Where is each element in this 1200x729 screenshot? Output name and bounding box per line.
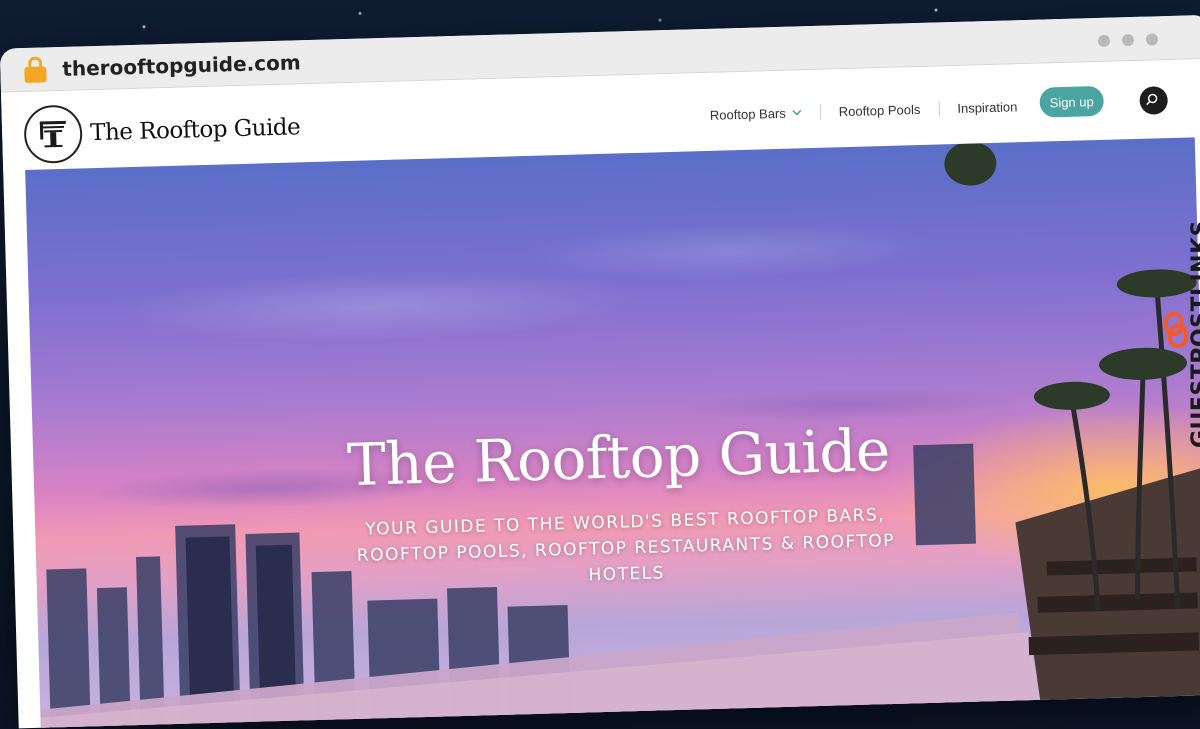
watermark-text: GUESTPOSTLINKS — [1188, 220, 1200, 448]
logo-text[interactable]: The Rooftop Guide — [90, 114, 301, 146]
nav-item-inspiration[interactable]: Inspiration — [939, 98, 1035, 116]
hero-banner: The Rooftop Guide YOUR GUIDE TO THE WORL… — [25, 137, 1200, 728]
watermark — [1162, 60, 1190, 360]
nav-item-rooftop-pools[interactable]: Rooftop Pools — [821, 101, 939, 119]
nav-item-rooftop-bars[interactable]: Rooftop Bars — [692, 104, 820, 123]
cocktail-logo-icon — [25, 106, 80, 161]
nav-item-label: Rooftop Pools — [839, 101, 921, 118]
nav-item-label: Rooftop Bars — [710, 105, 786, 122]
main-nav: Rooftop Bars Rooftop Pools Inspiration — [692, 98, 1036, 124]
window-dots-icon — [1098, 33, 1158, 47]
browser-window: therooftopguide.com The Roof — [0, 15, 1200, 729]
lock-icon — [24, 56, 47, 83]
hero-subtitle: YOUR GUIDE TO THE WORLD'S BEST ROOFTOP B… — [355, 502, 897, 595]
url-text[interactable]: therooftopguide.com — [62, 50, 301, 81]
chevron-down-icon — [792, 109, 802, 116]
nav-item-label: Inspiration — [957, 99, 1017, 116]
link-icon — [1162, 310, 1190, 350]
sign-up-button[interactable]: Sign up — [1039, 86, 1104, 118]
logo-icon[interactable] — [23, 104, 83, 164]
screenshot-stage: therooftopguide.com The Roof — [0, 0, 1200, 687]
